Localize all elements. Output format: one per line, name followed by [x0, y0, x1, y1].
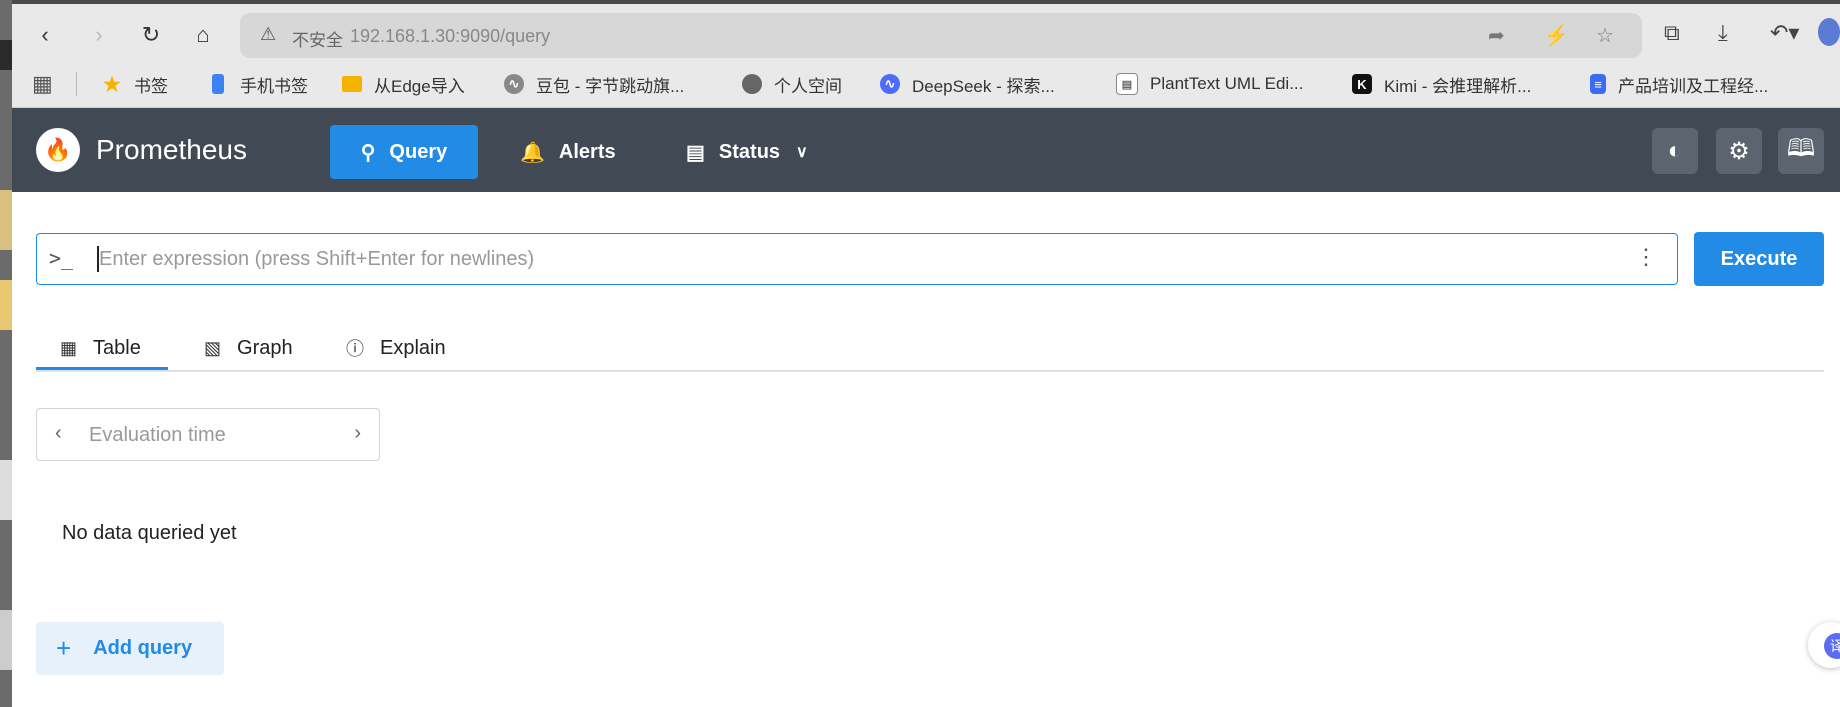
chevron-left-icon[interactable]: ‹	[55, 422, 62, 445]
lightning-icon[interactable]: ⚡	[1544, 23, 1569, 48]
empty-result-text: No data queried yet	[62, 522, 237, 544]
nav-status[interactable]: ▤ Status ∨	[686, 125, 808, 179]
evaluation-time-picker[interactable]: ‹ Evaluation time ›	[36, 408, 380, 461]
download-icon[interactable]: ⤓	[1718, 20, 1728, 46]
address-bar[interactable]: ⚠ 不安全 192.168.1.30:9090/query ➦ ⚡ ☆	[240, 13, 1642, 58]
bookmark-item[interactable]: 从Edge导入	[342, 72, 465, 96]
undo-history-icon[interactable]: ↶▾	[1770, 20, 1799, 46]
bookmark-label: Kimi - 会推理解析...	[1384, 76, 1532, 96]
star-icon: ★	[103, 73, 121, 96]
doubao-icon: ∿	[504, 74, 524, 94]
bookmark-label: 豆包 - 字节跳动旗...	[536, 76, 685, 96]
bookmark-item[interactable]: ★ 书签	[102, 72, 168, 96]
bookmarks-bar: ▦ ★ 书签 手机书签 从Edge导入 ∿ 豆包 - 字节跳动旗... 个人空间…	[12, 62, 1840, 108]
bookmark-item[interactable]: K Kimi - 会推理解析...	[1352, 72, 1531, 96]
extensions-icon[interactable]: ⧉	[1664, 20, 1680, 46]
search-icon: ⚲	[360, 141, 376, 164]
expression-placeholder: Enter expression (press Shift+Enter for …	[99, 248, 535, 270]
deepseek-icon: ∿	[880, 74, 900, 94]
theme-toggle-icon[interactable]: ◐	[1652, 128, 1698, 174]
nav-alerts[interactable]: 🔔 Alerts	[520, 125, 616, 179]
bookmark-item[interactable]: 手机书签	[208, 72, 308, 96]
table-icon: ▦	[60, 337, 78, 358]
bookmark-item[interactable]: ∿ 豆包 - 字节跳动旗...	[504, 72, 684, 96]
forward-icon[interactable]: ›	[82, 18, 116, 52]
info-icon: ⓘ	[346, 339, 364, 359]
bell-icon: 🔔	[520, 141, 545, 164]
browser-window: ‹ › ↻ ⌂ ⚠ 不安全 192.168.1.30:9090/query ➦ …	[12, 0, 1840, 707]
bookmark-label: DeepSeek - 探索...	[912, 76, 1055, 96]
bookmark-item[interactable]: ∿ DeepSeek - 探索...	[880, 72, 1055, 96]
terminal-prompt-icon: >_	[49, 246, 74, 270]
bookmark-item[interactable]: 个人空间	[742, 72, 842, 96]
nav-alerts-label: Alerts	[558, 140, 616, 163]
planttext-icon: ▤	[1116, 73, 1138, 95]
active-tab-indicator	[36, 367, 168, 370]
kimi-icon: K	[1352, 74, 1372, 94]
tab-explain[interactable]: ⓘ Explain	[346, 328, 446, 368]
bookmark-label: 手机书签	[240, 76, 308, 96]
bookmark-label: 个人空间	[774, 76, 842, 96]
translate-icon: 译	[1824, 633, 1840, 659]
bookmark-label: 书签	[134, 76, 168, 96]
bookmarks-divider	[76, 72, 77, 96]
app-header: 🔥 Prometheus ⚲ Query 🔔 Alerts ▤ Status ∨…	[12, 108, 1840, 192]
phone-icon	[212, 74, 224, 94]
graph-icon: ▧	[204, 337, 222, 358]
tab-table-label: Table	[93, 336, 141, 359]
translate-widget[interactable]: 译	[1808, 622, 1840, 668]
url-text[interactable]: 192.168.1.30:9090/query	[350, 26, 550, 47]
warning-icon: ⚠	[260, 24, 277, 44]
bookmark-label: 从Edge导入	[374, 76, 465, 96]
star-outline-icon[interactable]: ☆	[1596, 23, 1614, 48]
chevron-down-icon: ∨	[796, 144, 808, 161]
profile-avatar-icon[interactable]	[1818, 18, 1840, 46]
nav-query-label: Query	[389, 140, 448, 163]
add-query-button[interactable]: + Add query	[36, 622, 224, 675]
gear-icon[interactable]: ⚙	[1716, 128, 1762, 174]
back-icon[interactable]: ‹	[28, 18, 62, 52]
nav-status-label: Status	[718, 140, 781, 163]
more-options-icon[interactable]: ⋮	[1635, 244, 1657, 270]
execute-button[interactable]: Execute	[1694, 232, 1824, 286]
tab-graph[interactable]: ▧ Graph	[204, 328, 293, 368]
bookmark-item[interactable]: ▤ PlantText UML Edi...	[1116, 72, 1303, 96]
nav-query[interactable]: ⚲ Query	[330, 125, 478, 179]
bookmark-item[interactable]: ≡ 产品培训及工程经...	[1590, 72, 1768, 96]
desktop-edge	[0, 0, 12, 707]
insecure-label: 不安全	[292, 31, 343, 50]
expression-input[interactable]: >_ Enter expression (press Shift+Enter f…	[36, 233, 1678, 285]
prometheus-logo-icon[interactable]: 🔥	[36, 128, 80, 172]
tab-graph-label: Graph	[237, 336, 293, 359]
evaluation-time-placeholder: Evaluation time	[89, 424, 226, 446]
globe-icon	[742, 74, 762, 94]
docs-book-icon[interactable]: 🕮	[1778, 128, 1824, 174]
share-icon[interactable]: ➦	[1488, 23, 1505, 48]
server-icon: ▤	[686, 141, 705, 164]
reload-icon[interactable]: ↻	[134, 18, 168, 52]
folder-icon	[342, 76, 362, 92]
brand-title[interactable]: Prometheus	[96, 134, 247, 166]
home-icon[interactable]: ⌂	[186, 18, 220, 52]
tab-table[interactable]: ▦ Table	[60, 328, 141, 368]
doc-icon: ≡	[1590, 74, 1606, 94]
chevron-right-icon[interactable]: ›	[354, 422, 361, 445]
add-query-label: Add query	[93, 637, 193, 659]
result-tabs: ▦ Table ▧ Graph ⓘ Explain	[36, 320, 1824, 372]
bookmark-label: 产品培训及工程经...	[1618, 76, 1769, 96]
apps-grid-icon[interactable]: ▦	[32, 71, 53, 96]
plus-icon: +	[56, 633, 72, 663]
bookmark-label: PlantText UML Edi...	[1150, 74, 1304, 93]
tab-explain-label: Explain	[380, 336, 446, 359]
browser-toolbar: ‹ › ↻ ⌂ ⚠ 不安全 192.168.1.30:9090/query ➦ …	[12, 0, 1840, 62]
